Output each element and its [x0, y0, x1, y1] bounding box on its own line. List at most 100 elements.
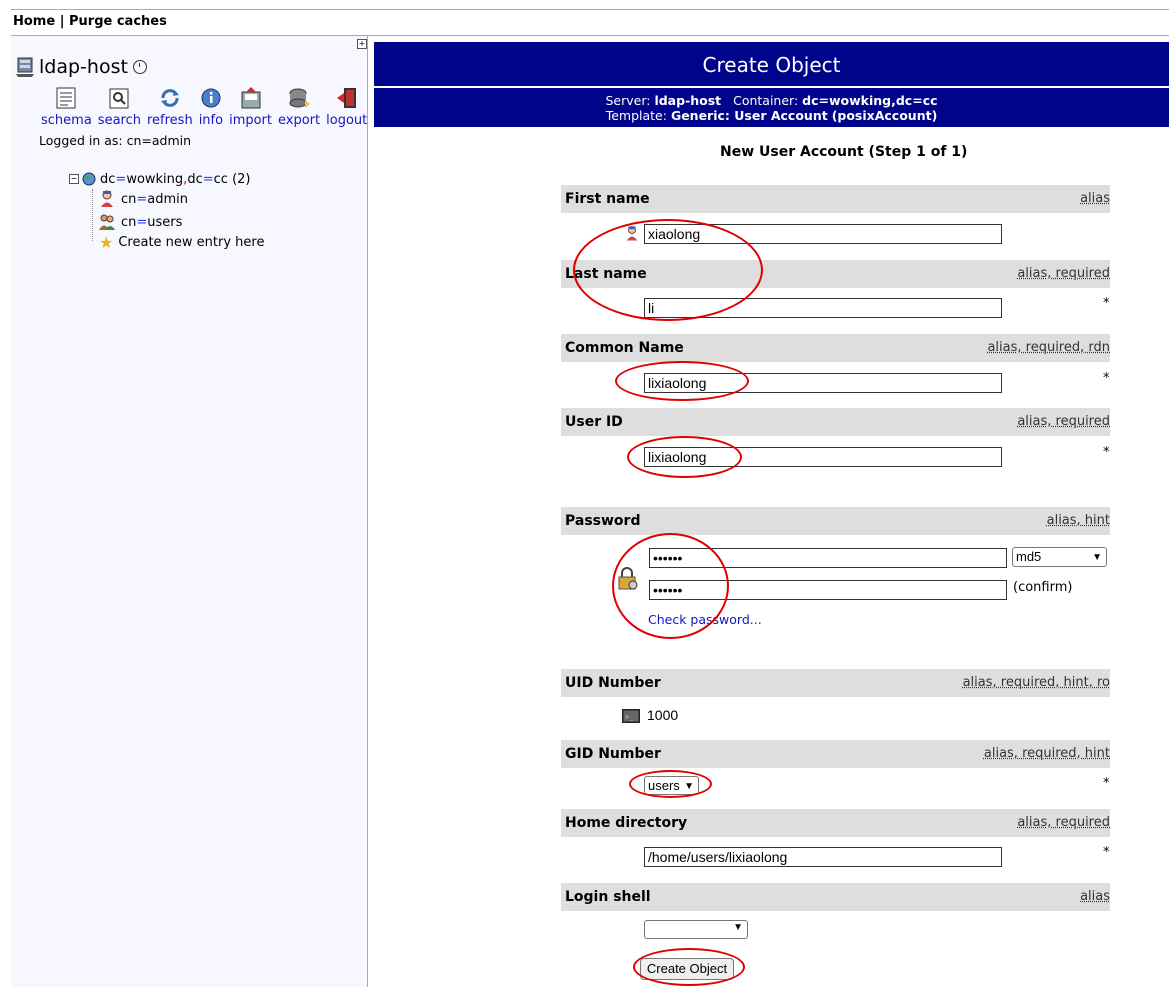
expand-panel-icon[interactable]: + — [357, 39, 367, 49]
refresh-button[interactable]: refresh — [147, 86, 193, 128]
chevron-down-icon: ▼ — [733, 922, 743, 933]
schema-button[interactable]: schema — [41, 86, 92, 128]
home-dir-input[interactable] — [644, 847, 1002, 867]
last-name-label: Last name — [565, 266, 647, 282]
nav-separator: | — [59, 14, 65, 29]
required-marker: * — [1103, 776, 1110, 791]
template-class: (posixAccount) — [831, 108, 938, 123]
uid-number-header: UID Number alias, required, hint, ro — [561, 669, 1110, 697]
export-button[interactable]: export — [278, 86, 320, 128]
server-header: ldap-host — [15, 56, 147, 78]
last-name-header: Last name alias, required — [561, 260, 1110, 288]
tree-create-entry[interactable]: ★ Create new entry here — [99, 232, 264, 252]
tree-users-key: cn — [121, 214, 137, 230]
last-name-input[interactable] — [644, 298, 1002, 318]
create-entry-label: Create new entry here — [118, 234, 265, 250]
user-id-input[interactable] — [644, 447, 1002, 467]
first-name-input[interactable] — [644, 224, 1002, 244]
first-name-hints: alias — [1080, 191, 1110, 206]
server-label: Server: — [605, 93, 651, 108]
home-link[interactable]: Home — [13, 14, 55, 29]
search-icon — [109, 88, 129, 109]
tree-root-dc2: dc — [187, 171, 203, 187]
uid-number-label: UID Number — [565, 675, 661, 691]
password-input[interactable] — [649, 548, 1007, 568]
gid-number-select[interactable]: users ▼ — [644, 776, 699, 795]
password-hints: alias, hint — [1046, 513, 1110, 528]
template-label: Template: — [605, 108, 667, 123]
server-name[interactable]: ldap-host — [39, 56, 128, 78]
chevron-down-icon: ▼ — [684, 781, 694, 792]
password-hash-select[interactable]: md5 ▼ — [1012, 547, 1107, 567]
info-button[interactable]: info — [199, 86, 223, 128]
tree-root-eq2: = — [202, 171, 214, 187]
login-shell-hints: alias — [1080, 889, 1110, 904]
tree-users-eq: = — [136, 214, 148, 230]
server-value: ldap-host — [654, 93, 722, 108]
schema-label: schema — [41, 113, 92, 128]
tree-root-eq1: = — [115, 171, 127, 187]
container-value: dc=wowking,dc=cc — [802, 93, 938, 108]
ldap-tree: − dc = wowking, dc = cc (2) cn = admin cn = users… — [69, 169, 264, 252]
logged-in-cn: cn — [126, 133, 142, 148]
purge-caches-link[interactable]: Purge caches — [69, 14, 167, 29]
tree-root[interactable]: − dc = wowking, dc = cc (2) — [69, 169, 264, 189]
tree-root-v1: wowking — [126, 171, 184, 187]
clock-icon[interactable] — [132, 60, 147, 74]
common-name-input[interactable] — [644, 373, 1002, 393]
search-label: search — [97, 113, 141, 128]
confirm-label: (confirm) — [1013, 580, 1073, 595]
required-marker: * — [1103, 371, 1110, 386]
user-icon — [626, 226, 638, 241]
context-banner: Server: ldap-host Container: dc=wowking,… — [374, 88, 1169, 127]
password-confirm-input[interactable] — [649, 580, 1007, 600]
svg-text:>_: >_ — [625, 713, 634, 721]
gid-number-value: users — [648, 778, 680, 793]
import-button[interactable]: import — [229, 86, 272, 128]
page-title: Create Object — [374, 42, 1169, 87]
export-icon — [289, 88, 311, 108]
group-icon — [99, 214, 115, 230]
import-icon — [241, 87, 261, 109]
info-label: info — [198, 113, 224, 128]
user-icon — [101, 190, 113, 207]
terminal-icon: >_ — [622, 709, 640, 723]
top-divider — [11, 9, 1169, 10]
login-shell-select[interactable]: ▼ — [644, 920, 748, 939]
tree-connector — [92, 189, 94, 241]
logout-label: logout — [326, 113, 368, 128]
star-icon: ★ — [99, 232, 114, 252]
first-name-label: First name — [565, 191, 650, 207]
logged-in-label: Logged in as: — [39, 133, 123, 148]
search-button[interactable]: search — [98, 86, 141, 128]
tree-item-users[interactable]: cn = users — [99, 212, 264, 232]
user-id-hints: alias, required — [1017, 414, 1110, 429]
password-header: Password alias, hint — [561, 507, 1110, 535]
check-password-link[interactable]: Check password... — [648, 612, 762, 627]
tree-admin-key: cn — [121, 191, 137, 207]
tree-item-admin[interactable]: cn = admin — [99, 189, 264, 209]
create-object-button[interactable]: Create Object — [640, 958, 734, 980]
export-label: export — [278, 113, 321, 128]
refresh-icon — [160, 89, 179, 107]
collapse-icon[interactable]: − — [69, 174, 79, 184]
lock-icon — [618, 567, 638, 590]
step-title: New User Account (Step 1 of 1) — [720, 144, 968, 160]
common-name-hints: alias, required, rdn — [987, 340, 1110, 355]
gid-number-hints: alias, required, hint — [983, 746, 1110, 761]
info-icon — [201, 88, 221, 108]
uid-number-value: 1000 — [647, 707, 679, 723]
schema-icon — [56, 87, 76, 109]
common-name-label: Common Name — [565, 340, 684, 356]
logged-in-eq: = — [141, 133, 152, 148]
home-dir-label: Home directory — [565, 815, 688, 831]
tree-admin-eq: = — [136, 191, 148, 207]
user-id-header: User ID alias, required — [561, 408, 1110, 436]
globe-icon — [82, 172, 96, 186]
left-panel: + ldap-host schema search refresh info i… — [11, 36, 368, 987]
gid-number-label: GID Number — [565, 746, 661, 762]
last-name-hints: alias, required — [1017, 266, 1110, 281]
logout-button[interactable]: logout — [326, 86, 367, 128]
required-marker: * — [1103, 296, 1110, 311]
tree-root-v2: cc — [213, 171, 228, 187]
